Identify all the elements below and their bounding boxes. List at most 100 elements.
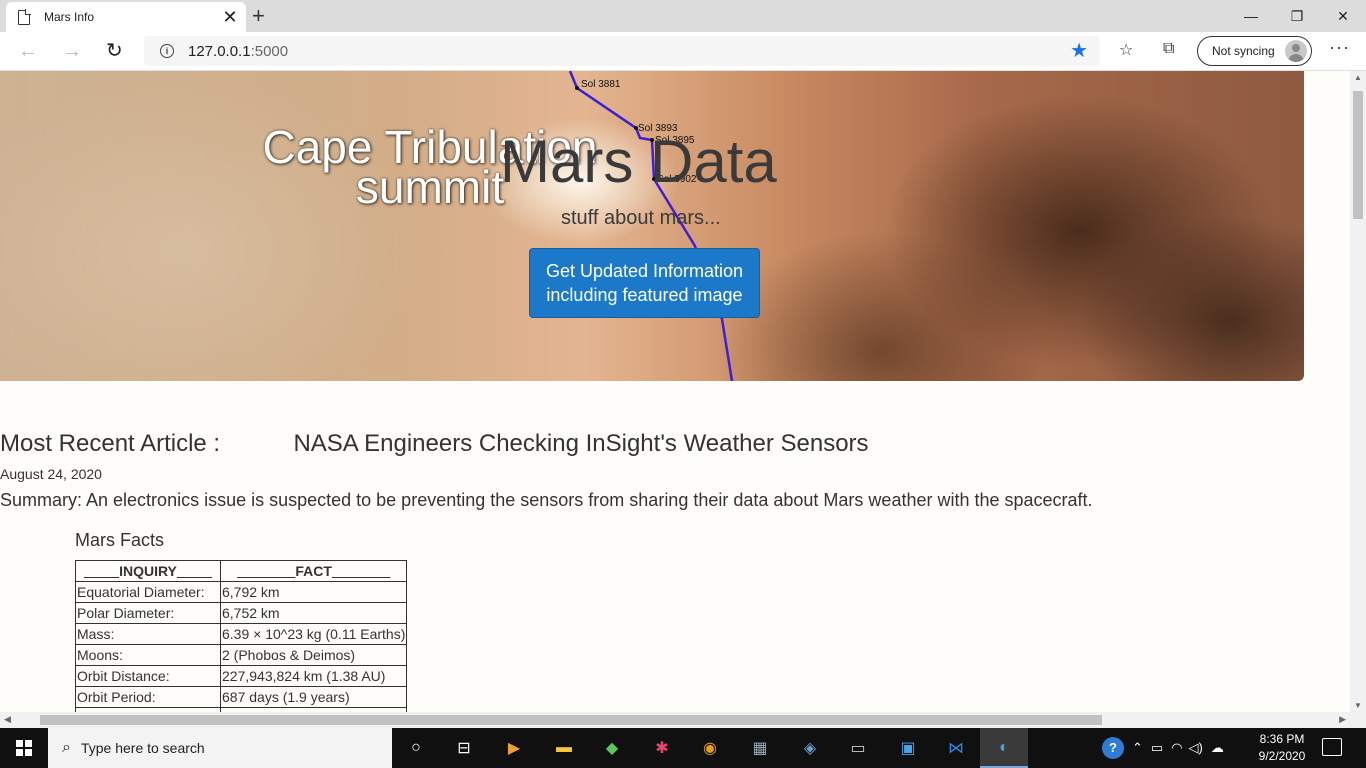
inquiry-cell: Equatorial Diameter: — [75, 581, 221, 603]
back-icon[interactable]: ← — [18, 40, 38, 63]
onedrive-icon[interactable]: ☁ — [1211, 740, 1224, 756]
table-row: Equatorial Diameter: 6,792 km — [75, 581, 408, 603]
start-button[interactable] — [0, 728, 48, 768]
table-row: Mass: 6.39 × 10^23 kg (0.11 Earths) — [75, 623, 408, 645]
fact-cell: 687 days (1.9 years) — [219, 686, 408, 708]
forward-icon[interactable]: → — [62, 40, 82, 63]
clock-date: 9/2/2020 — [1258, 749, 1306, 763]
article-summary: Summary: An electronics issue is suspect… — [0, 490, 1093, 510]
column-header-fact: FACT — [219, 560, 408, 582]
calculator-icon[interactable]: ▦ — [746, 734, 774, 762]
table-header-row: INQUIRY FACT — [75, 560, 408, 582]
wifi-icon[interactable]: ◠ — [1171, 740, 1182, 756]
edge-icon[interactable]: ◐ — [980, 734, 1028, 768]
profile-sync-button[interactable]: Not syncing — [1197, 36, 1312, 66]
article-title: NASA Engineers Checking InSight's Weathe… — [293, 430, 869, 457]
inquiry-cell: Orbit Distance: — [75, 665, 221, 687]
new-tab-button[interactable]: + — [252, 3, 265, 29]
search-icon: ⌕ — [62, 739, 71, 756]
button-label-line-1: Get Updated Information — [545, 261, 744, 281]
chevron-up-icon[interactable]: ⌃ — [1132, 740, 1143, 756]
article-date: August 24, 2020 — [0, 466, 102, 482]
vertical-scrollbar[interactable]: ▲ ▼ — [1350, 71, 1366, 712]
mars-facts-table: INQUIRY FACT Equatorial Diameter: 6,792 k… — [75, 560, 408, 712]
facts-title: Mars Facts — [75, 530, 165, 550]
tab-close-icon[interactable]: ✕ — [218, 7, 242, 28]
vertical-scroll-thumb[interactable] — [1353, 91, 1363, 219]
git-icon[interactable]: ◆ — [598, 734, 626, 762]
scroll-right-icon[interactable]: ▶ — [1339, 714, 1346, 725]
windows-taskbar: ⌕ Type here to search ○ ⊟ ▶ ▬ ◆ ✱ ◉ ▦ ◈ … — [0, 728, 1366, 768]
article-heading: Most Recent Article : NASA Engineers Che… — [0, 430, 869, 458]
windows-logo-icon — [16, 740, 32, 756]
fact-cell: 6,752 km — [219, 602, 408, 624]
table-row: Polar Diameter: 6,752 km — [75, 602, 408, 624]
sol-label: Sol 3881 — [581, 79, 621, 90]
url-host: 127.0.0.1 — [188, 42, 251, 60]
volume-icon[interactable]: ◁) — [1189, 740, 1203, 756]
table-row: Orbit Distance: 227,943,824 km (1.38 AU) — [75, 665, 408, 687]
search-placeholder: Type here to search — [80, 740, 205, 756]
slack-icon[interactable]: ✱ — [648, 734, 676, 762]
close-window-button[interactable]: ✕ — [1320, 0, 1366, 32]
tab-strip: Mars Info ✕ + — ❐ ✕ — [0, 0, 1366, 32]
column-header-inquiry: INQUIRY — [75, 560, 221, 582]
button-label-line-2: including featured image — [546, 285, 743, 305]
info-icon[interactable]: i — [160, 44, 174, 58]
minimize-button[interactable]: — — [1228, 0, 1274, 32]
page-icon — [18, 9, 31, 25]
scrollbar-corner — [1350, 712, 1366, 728]
tab-mars-info[interactable]: Mars Info ✕ — [6, 2, 246, 32]
window-controls: — ❐ ✕ — [1228, 0, 1366, 32]
scroll-up-icon[interactable]: ▲ — [1354, 73, 1362, 82]
inquiry-cell: Mass: — [75, 623, 221, 645]
cortana-icon[interactable]: ○ — [402, 734, 430, 762]
page-title: Mars Data — [500, 128, 777, 195]
collections-icon[interactable]: ⧉ — [1163, 40, 1174, 58]
horizontal-scroll-thumb[interactable] — [40, 715, 1102, 725]
tab-title: Mars Info — [44, 10, 95, 24]
scroll-down-icon[interactable]: ▼ — [1354, 701, 1362, 710]
taskbar-search[interactable]: ⌕ Type here to search — [48, 728, 392, 768]
star-icon[interactable]: ★ — [1070, 38, 1088, 63]
task-view-icon[interactable]: ⊟ — [450, 734, 478, 762]
fact-cell: 6.39 × 10^23 kg (0.11 Earths) — [219, 623, 408, 645]
notification-center-icon[interactable] — [1322, 738, 1342, 756]
scroll-left-icon[interactable]: ◀ — [4, 714, 11, 725]
hero-image: Sol 3881 Sol 3893 Sol 3895 Sol 3902 Cape… — [0, 71, 1304, 381]
address-bar[interactable]: i 127.0.0.1:5000 ★ — [144, 36, 1100, 66]
favorites-icon[interactable]: ☆ — [1119, 40, 1133, 60]
table-row: Orbit Period: 687 days (1.9 years) — [75, 686, 408, 708]
avatar — [1285, 40, 1307, 62]
url-port: :5000 — [250, 42, 289, 60]
battery-icon[interactable]: ▭ — [1151, 740, 1163, 756]
fact-cell: 227,943,824 km (1.38 AU) — [219, 665, 408, 687]
refresh-icon[interactable]: ↻ — [106, 38, 123, 63]
terminal-icon[interactable]: ▭ — [844, 734, 872, 762]
inquiry-cell: Moons: — [75, 644, 221, 666]
system-tray: ? ⌃ ▭ ◠ ◁) ☁ — [1102, 728, 1224, 768]
fact-cell: 2 (Phobos & Deimos) — [219, 644, 408, 666]
browser-toolbar: ← → ↻ i 127.0.0.1:5000 ★ ☆ ⧉ Not syncing… — [0, 32, 1366, 71]
chrome-icon[interactable]: ◉ — [696, 734, 724, 762]
photos-icon[interactable]: ▣ — [894, 734, 922, 762]
url-text[interactable]: 127.0.0.1:5000 — [188, 43, 288, 60]
file-explorer-icon[interactable]: ▬ — [550, 734, 578, 762]
clock-time: 8:36 PM — [1259, 732, 1305, 746]
postgres-icon[interactable]: ◈ — [796, 734, 824, 762]
inquiry-cell: Orbit Period: — [75, 686, 221, 708]
article-label: Most Recent Article : — [0, 430, 221, 457]
media-player-icon[interactable]: ▶ — [500, 734, 528, 762]
taskbar-clock[interactable]: 8:36 PM 9/2/2020 — [1246, 731, 1318, 765]
get-updated-info-button[interactable]: Get Updated Information including featur… — [529, 248, 760, 318]
help-icon[interactable]: ? — [1102, 737, 1124, 759]
more-icon[interactable]: ··· — [1329, 37, 1350, 58]
table-row: Moons: 2 (Phobos & Deimos) — [75, 644, 408, 666]
vscode-icon[interactable]: ⋈ — [942, 734, 970, 762]
restore-button[interactable]: ❐ — [1274, 0, 1320, 32]
horizontal-scrollbar[interactable]: ◀ ▶ — [0, 712, 1350, 728]
page-viewport: Sol 3881 Sol 3893 Sol 3895 Sol 3902 Cape… — [0, 71, 1350, 712]
fact-cell: 6,792 km — [219, 581, 408, 603]
inquiry-cell: Polar Diameter: — [75, 602, 221, 624]
page-subtitle: stuff about mars... — [561, 207, 721, 229]
